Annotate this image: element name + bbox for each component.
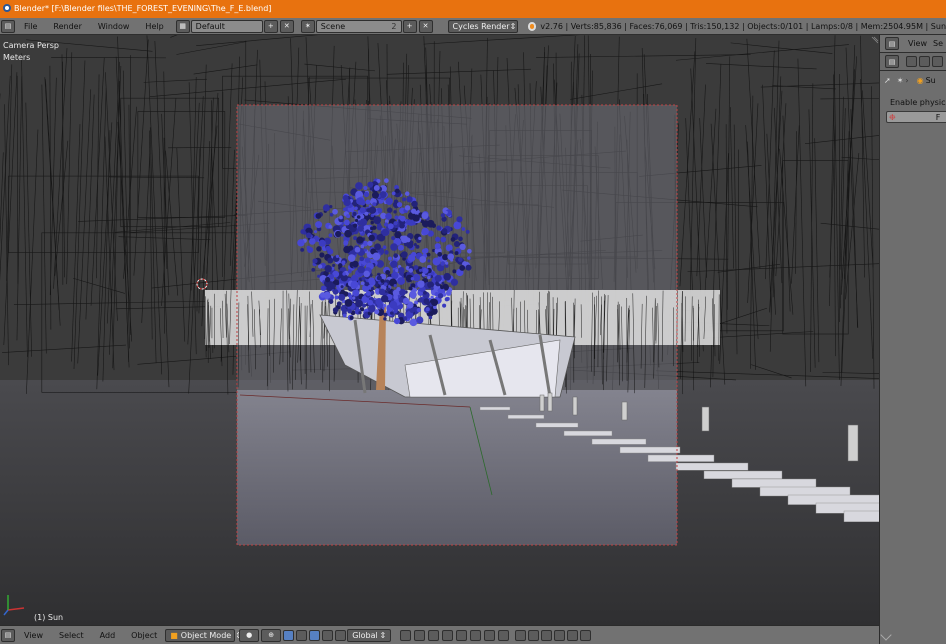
3d-viewport[interactable]: Camera Persp Meters (1) Sun: [0, 35, 879, 625]
chevron-updown-icon: ⇕: [509, 21, 517, 31]
properties-header: ▤ View Se: [880, 35, 946, 53]
manipulator-mode-icon[interactable]: [335, 629, 347, 641]
transform-orientation-dropdown[interactable]: Global ⇕: [347, 628, 392, 642]
layers-tab-icon[interactable]: [919, 56, 930, 67]
scene-tab-icon[interactable]: [932, 56, 943, 67]
mode-label: Object Mode: [180, 630, 232, 640]
context-path: ➚ ✶ › ◉ Su: [880, 71, 946, 89]
physics-icon: ❉: [889, 112, 896, 122]
context-label: Su: [925, 75, 936, 85]
manipulator-scale-icon[interactable]: [322, 629, 334, 641]
layer-buttons[interactable]: [399, 629, 510, 641]
add-screen-button[interactable]: +: [263, 19, 278, 33]
scene-users-count: 2: [391, 21, 397, 31]
menu-render[interactable]: Render: [45, 22, 89, 31]
properties-tabs: ▤: [880, 53, 946, 71]
layer-button[interactable]: [442, 629, 454, 641]
camera-ground: [237, 390, 677, 545]
scene-name: Scene: [320, 21, 346, 31]
scene-field[interactable]: Scene 2: [315, 19, 402, 33]
menu-search[interactable]: Se: [930, 39, 946, 48]
window-title: Blender* [F:\Blender files\THE_FOREST_EV…: [14, 4, 272, 13]
menu-view[interactable]: View: [900, 39, 930, 48]
viewport-header: ▤ View Select Add Object ■Object Mode⇕ ●…: [0, 625, 879, 644]
layer-button[interactable]: [498, 629, 510, 641]
delete-screen-button[interactable]: ✕: [279, 19, 294, 33]
snap-target-icon[interactable]: [554, 629, 566, 641]
units-label: Meters: [3, 53, 31, 62]
layer-button[interactable]: [400, 629, 412, 641]
chevron-right-icon: ›: [905, 75, 909, 85]
view-toggle-button[interactable]: ▤: [885, 55, 899, 68]
active-object-label: (1) Sun: [34, 613, 64, 622]
menu-file[interactable]: File: [16, 22, 45, 31]
lamp-icon: ◉: [916, 75, 924, 85]
screen-layout-field[interactable]: Default: [190, 19, 263, 33]
corner-split-icon[interactable]: [880, 629, 892, 641]
window-title-bar: Blender* [F:\Blender files\THE_FOREST_EV…: [0, 0, 946, 18]
layer-button[interactable]: [484, 629, 496, 641]
layer-button[interactable]: [456, 629, 468, 641]
add-scene-button[interactable]: +: [402, 19, 417, 33]
info-header: ▤ File Render Window Help ▦ Default + ✕ …: [0, 18, 946, 35]
opengl-animation-icon[interactable]: [580, 629, 592, 641]
mode-dropdown[interactable]: ■Object Mode⇕: [165, 628, 242, 642]
physics-button-label: F: [935, 112, 941, 122]
delete-scene-button[interactable]: ✕: [418, 19, 433, 33]
opengl-render-icon[interactable]: [567, 629, 579, 641]
manipulator-toggle-icon[interactable]: [283, 629, 295, 641]
manipulator-translate-icon[interactable]: [296, 629, 308, 641]
menu-help[interactable]: Help: [137, 22, 171, 31]
layer-button[interactable]: [470, 629, 482, 641]
editor-type-button[interactable]: ▤: [1, 628, 15, 642]
manipulator-rotate-icon[interactable]: [309, 629, 321, 641]
menu-window[interactable]: Window: [90, 22, 138, 31]
editor-type-button[interactable]: ▤: [1, 19, 15, 33]
scene-statistics: v2.76 | Verts:85,836 | Faces:76,069 | Tr…: [540, 21, 946, 31]
scene-icon: ✶: [896, 75, 904, 85]
menu-add[interactable]: Add: [92, 631, 124, 640]
editor-type-button[interactable]: ▤: [885, 37, 899, 50]
menu-select[interactable]: Select: [51, 631, 92, 640]
properties-panel: ▤ View Se ▤ ➚ ✶ › ◉ Su Enable physics fo…: [879, 35, 946, 644]
proportional-edit-icon[interactable]: [528, 629, 540, 641]
layer-button[interactable]: [428, 629, 440, 641]
pin-icon[interactable]: ➚: [884, 76, 891, 85]
render-engine-dropdown[interactable]: Cycles Render ⇕: [447, 19, 518, 33]
screen-layout-icon[interactable]: ▦: [175, 19, 190, 33]
blender-logo-icon: [3, 4, 11, 12]
object-mode-icon: ■: [170, 630, 178, 640]
menu-view[interactable]: View: [16, 631, 51, 640]
pivot-point-button[interactable]: ⊕: [261, 628, 282, 642]
lock-camera-icon[interactable]: [515, 629, 527, 641]
render-engine-label: Cycles Render: [452, 21, 510, 31]
physics-toggle-row[interactable]: ❉ F: [886, 111, 946, 123]
viewport-scene[interactable]: [0, 35, 879, 625]
blender-version-icon: [527, 21, 537, 31]
orientation-label: Global: [352, 630, 378, 640]
menu-object[interactable]: Object: [123, 631, 165, 640]
physics-text: Enable physics for: [890, 98, 946, 107]
snap-icon[interactable]: [541, 629, 553, 641]
viewport-shading-button[interactable]: ●: [239, 628, 260, 642]
render-tab-icon[interactable]: [906, 56, 917, 67]
layer-button[interactable]: [414, 629, 426, 641]
view-name-label: Camera Persp: [3, 41, 59, 50]
chevron-updown-icon: ⇕: [379, 630, 387, 640]
scene-icon[interactable]: ✶: [300, 19, 315, 33]
